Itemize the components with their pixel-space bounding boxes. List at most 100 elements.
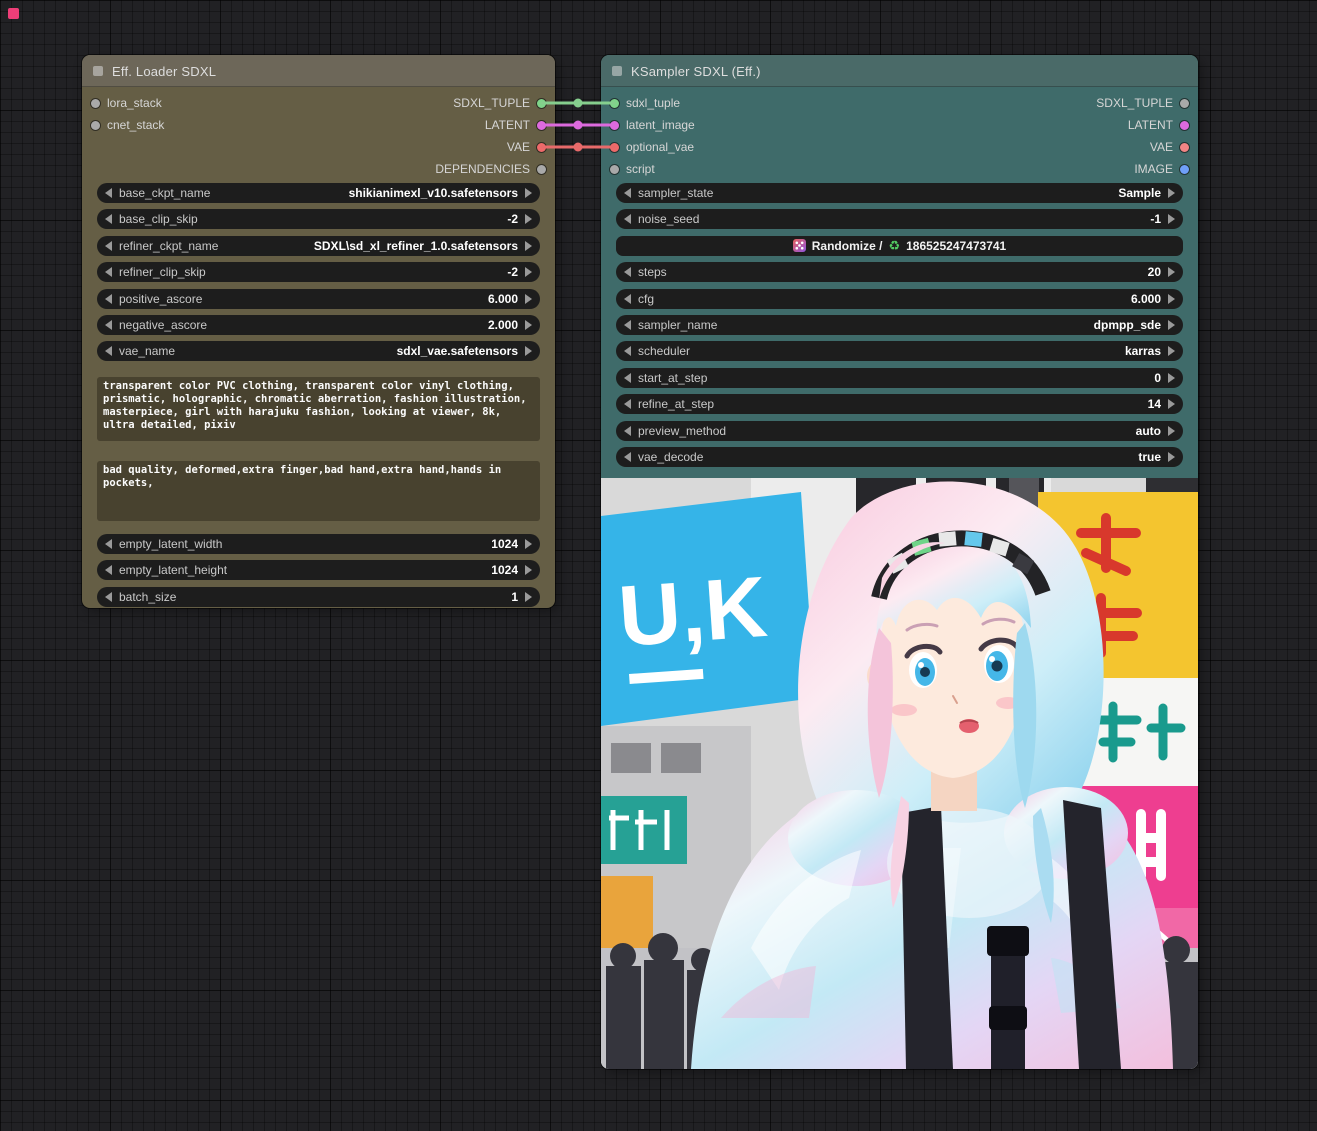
decrement-arrow-icon[interactable]: [105, 267, 112, 277]
increment-arrow-icon[interactable]: [1168, 320, 1175, 330]
widget-refiner-clip-skip[interactable]: refiner_clip_skip -2: [97, 262, 540, 282]
output-port-vae[interactable]: VAE: [1150, 136, 1189, 158]
port-dot[interactable]: [537, 99, 546, 108]
decrement-arrow-icon[interactable]: [624, 399, 631, 409]
increment-arrow-icon[interactable]: [525, 294, 532, 304]
increment-arrow-icon[interactable]: [1168, 452, 1175, 462]
increment-arrow-icon[interactable]: [525, 346, 532, 356]
increment-arrow-icon[interactable]: [1168, 426, 1175, 436]
increment-arrow-icon[interactable]: [1168, 294, 1175, 304]
output-port-vae[interactable]: VAE: [507, 136, 546, 158]
port-dot[interactable]: [537, 143, 546, 152]
widget-base-ckpt-name[interactable]: base_ckpt_name shikianimexl_v10.safetens…: [97, 183, 540, 203]
widget-noise-seed[interactable]: noise_seed -1: [616, 209, 1183, 229]
output-port-dependencies[interactable]: DEPENDENCIES: [435, 158, 546, 180]
port-label: DEPENDENCIES: [435, 162, 530, 176]
input-port-cnet-stack[interactable]: cnet_stack: [91, 114, 164, 136]
decrement-arrow-icon[interactable]: [105, 592, 112, 602]
decrement-arrow-icon[interactable]: [624, 426, 631, 436]
decrement-arrow-icon[interactable]: [624, 267, 631, 277]
decrement-arrow-icon[interactable]: [624, 346, 631, 356]
increment-arrow-icon[interactable]: [1168, 346, 1175, 356]
widget-steps[interactable]: steps 20: [616, 262, 1183, 282]
widget-scheduler[interactable]: scheduler karras: [616, 341, 1183, 361]
widget-sampler-name[interactable]: sampler_name dpmpp_sde: [616, 315, 1183, 335]
port-dot[interactable]: [610, 121, 619, 130]
decrement-arrow-icon[interactable]: [624, 188, 631, 198]
increment-arrow-icon[interactable]: [1168, 399, 1175, 409]
widget-batch-size[interactable]: batch_size 1: [97, 587, 540, 607]
decrement-arrow-icon[interactable]: [105, 241, 112, 251]
port-dot[interactable]: [91, 121, 100, 130]
decrement-arrow-icon[interactable]: [105, 188, 112, 198]
increment-arrow-icon[interactable]: [525, 592, 532, 602]
negative-prompt-textarea[interactable]: bad quality, deformed,extra finger,bad h…: [97, 461, 540, 521]
widget-empty-latent-width[interactable]: empty_latent_width 1024: [97, 534, 540, 554]
output-port-image[interactable]: IMAGE: [1134, 158, 1189, 180]
increment-arrow-icon[interactable]: [1168, 267, 1175, 277]
output-port-latent[interactable]: LATENT: [485, 114, 546, 136]
node-graph-canvas[interactable]: Eff. Loader SDXL lora_stack SDXL_TUPLE c…: [0, 0, 1317, 1131]
increment-arrow-icon[interactable]: [525, 267, 532, 277]
port-dot[interactable]: [537, 165, 546, 174]
increment-arrow-icon[interactable]: [1168, 188, 1175, 198]
input-port-script[interactable]: script: [610, 158, 655, 180]
decrement-arrow-icon[interactable]: [624, 294, 631, 304]
node-eff-loader-sdxl[interactable]: Eff. Loader SDXL lora_stack SDXL_TUPLE c…: [82, 55, 555, 608]
decrement-arrow-icon[interactable]: [624, 214, 631, 224]
port-dot[interactable]: [610, 99, 619, 108]
widget-negative-ascore[interactable]: negative_ascore 2.000: [97, 315, 540, 335]
widget-empty-latent-height[interactable]: empty_latent_height 1024: [97, 560, 540, 580]
decrement-arrow-icon[interactable]: [105, 565, 112, 575]
decrement-arrow-icon[interactable]: [105, 214, 112, 224]
node-header[interactable]: KSampler SDXL (Eff.): [601, 55, 1198, 87]
port-dot[interactable]: [537, 121, 546, 130]
decrement-arrow-icon[interactable]: [105, 539, 112, 549]
decrement-arrow-icon[interactable]: [105, 294, 112, 304]
increment-arrow-icon[interactable]: [525, 214, 532, 224]
output-port-latent[interactable]: LATENT: [1128, 114, 1189, 136]
positive-prompt-textarea[interactable]: transparent color PVC clothing, transpar…: [97, 377, 540, 441]
widget-refiner-ckpt-name[interactable]: refiner_ckpt_name SDXL\sd_xl_refiner_1.0…: [97, 236, 540, 256]
port-dot[interactable]: [1180, 121, 1189, 130]
widget-preview-method[interactable]: preview_method auto: [616, 421, 1183, 441]
widget-base-clip-skip[interactable]: base_clip_skip -2: [97, 209, 540, 229]
widget-vae-name[interactable]: vae_name sdxl_vae.safetensors: [97, 341, 540, 361]
port-dot[interactable]: [91, 99, 100, 108]
port-dot[interactable]: [610, 165, 619, 174]
port-dot[interactable]: [1180, 99, 1189, 108]
decrement-arrow-icon[interactable]: [105, 320, 112, 330]
port-dot[interactable]: [1180, 165, 1189, 174]
widget-positive-ascore[interactable]: positive_ascore 6.000: [97, 289, 540, 309]
decrement-arrow-icon[interactable]: [624, 373, 631, 383]
widget-sampler-state[interactable]: sampler_state Sample: [616, 183, 1183, 203]
decrement-arrow-icon[interactable]: [624, 452, 631, 462]
widget-refine-at-step[interactable]: refine_at_step 14: [616, 394, 1183, 414]
input-port-sdxl-tuple[interactable]: sdxl_tuple: [610, 92, 680, 114]
increment-arrow-icon[interactable]: [525, 320, 532, 330]
collapse-box-icon[interactable]: [612, 66, 622, 76]
increment-arrow-icon[interactable]: [525, 539, 532, 549]
increment-arrow-icon[interactable]: [525, 565, 532, 575]
seed-randomize-button[interactable]: Randomize / ♻ 186525247473741: [616, 236, 1183, 256]
input-port-optional-vae[interactable]: optional_vae: [610, 136, 694, 158]
decrement-arrow-icon[interactable]: [624, 320, 631, 330]
port-dot[interactable]: [610, 143, 619, 152]
increment-arrow-icon[interactable]: [1168, 214, 1175, 224]
widget-label: scheduler: [638, 344, 690, 358]
increment-arrow-icon[interactable]: [525, 188, 532, 198]
output-port-sdxl-tuple[interactable]: SDXL_TUPLE: [1096, 92, 1189, 114]
decrement-arrow-icon[interactable]: [105, 346, 112, 356]
input-port-lora-stack[interactable]: lora_stack: [91, 92, 162, 114]
node-ksampler-sdxl-eff[interactable]: KSampler SDXL (Eff.) sdxl_tuple SDXL_TUP…: [601, 55, 1198, 1069]
port-dot[interactable]: [1180, 143, 1189, 152]
widget-cfg[interactable]: cfg 6.000: [616, 289, 1183, 309]
increment-arrow-icon[interactable]: [1168, 373, 1175, 383]
node-header[interactable]: Eff. Loader SDXL: [82, 55, 555, 87]
output-port-sdxl-tuple[interactable]: SDXL_TUPLE: [453, 92, 546, 114]
increment-arrow-icon[interactable]: [525, 241, 532, 251]
input-port-latent-image[interactable]: latent_image: [610, 114, 695, 136]
collapse-box-icon[interactable]: [93, 66, 103, 76]
widget-vae-decode[interactable]: vae_decode true: [616, 447, 1183, 467]
widget-start-at-step[interactable]: start_at_step 0: [616, 368, 1183, 388]
